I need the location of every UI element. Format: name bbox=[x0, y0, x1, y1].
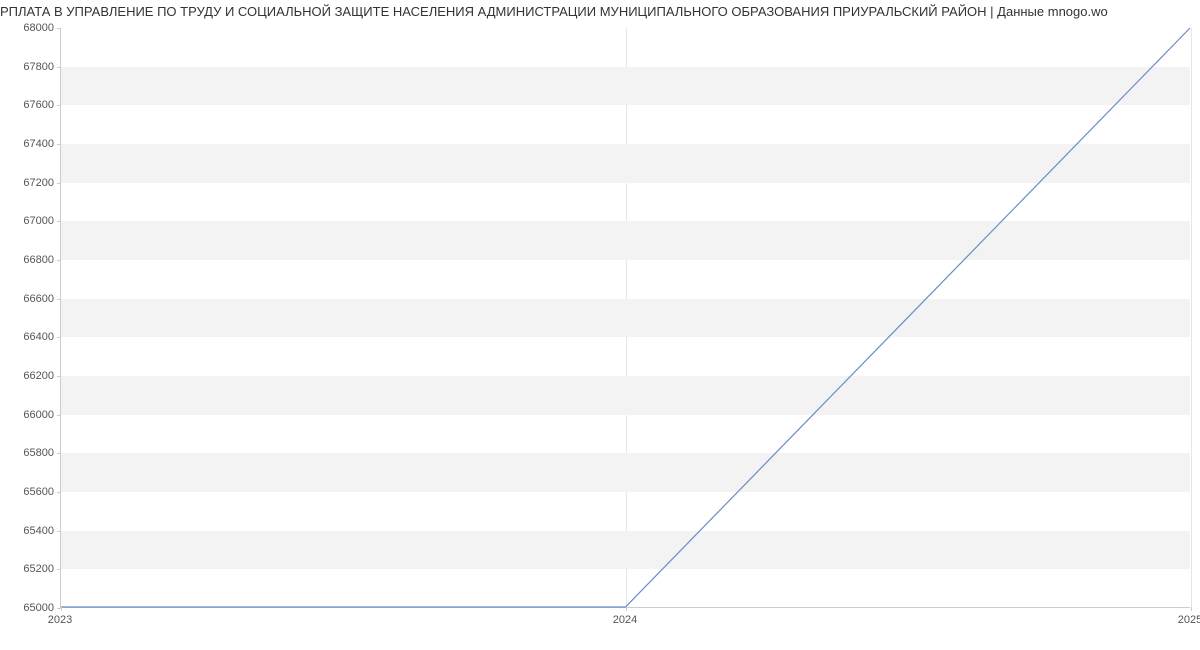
y-tick-label: 65200 bbox=[6, 563, 54, 575]
y-tick-label: 66400 bbox=[6, 331, 54, 343]
y-tick-mark bbox=[57, 376, 61, 377]
y-tick-mark bbox=[57, 221, 61, 222]
y-tick-mark bbox=[57, 337, 61, 338]
y-tick-mark bbox=[57, 569, 61, 570]
y-tick-mark bbox=[57, 144, 61, 145]
y-tick-label: 66200 bbox=[6, 370, 54, 382]
y-tick-mark bbox=[57, 67, 61, 68]
y-tick-mark bbox=[57, 531, 61, 532]
y-tick-label: 66800 bbox=[6, 254, 54, 266]
y-tick-mark bbox=[57, 183, 61, 184]
x-tick-mark bbox=[626, 607, 627, 611]
y-tick-label: 65000 bbox=[6, 602, 54, 614]
x-tick-label: 2024 bbox=[613, 614, 637, 626]
y-tick-mark bbox=[57, 260, 61, 261]
x-tick-mark bbox=[61, 607, 62, 611]
y-tick-label: 66000 bbox=[6, 409, 54, 421]
chart-line-layer bbox=[61, 28, 1190, 607]
y-tick-mark bbox=[57, 492, 61, 493]
y-tick-mark bbox=[57, 299, 61, 300]
chart-container: РПЛАТА В УПРАВЛЕНИЕ ПО ТРУДУ И СОЦИАЛЬНО… bbox=[0, 0, 1200, 650]
y-tick-label: 67200 bbox=[6, 177, 54, 189]
y-tick-label: 67600 bbox=[6, 99, 54, 111]
y-tick-mark bbox=[57, 415, 61, 416]
y-tick-mark bbox=[57, 28, 61, 29]
y-tick-mark bbox=[57, 105, 61, 106]
y-tick-label: 67000 bbox=[6, 215, 54, 227]
y-tick-mark bbox=[57, 453, 61, 454]
x-tick-label: 2023 bbox=[48, 614, 72, 626]
y-tick-label: 67800 bbox=[6, 61, 54, 73]
chart-title: РПЛАТА В УПРАВЛЕНИЕ ПО ТРУДУ И СОЦИАЛЬНО… bbox=[0, 4, 1200, 19]
y-tick-label: 65400 bbox=[6, 525, 54, 537]
x-gridline bbox=[1191, 28, 1192, 607]
y-tick-label: 65800 bbox=[6, 447, 54, 459]
y-tick-label: 65600 bbox=[6, 486, 54, 498]
plot-area bbox=[60, 28, 1190, 608]
y-tick-label: 67400 bbox=[6, 138, 54, 150]
x-tick-mark bbox=[1191, 607, 1192, 611]
x-tick-label: 2025 bbox=[1178, 614, 1200, 626]
y-tick-label: 66600 bbox=[6, 293, 54, 305]
y-tick-label: 68000 bbox=[6, 22, 54, 34]
